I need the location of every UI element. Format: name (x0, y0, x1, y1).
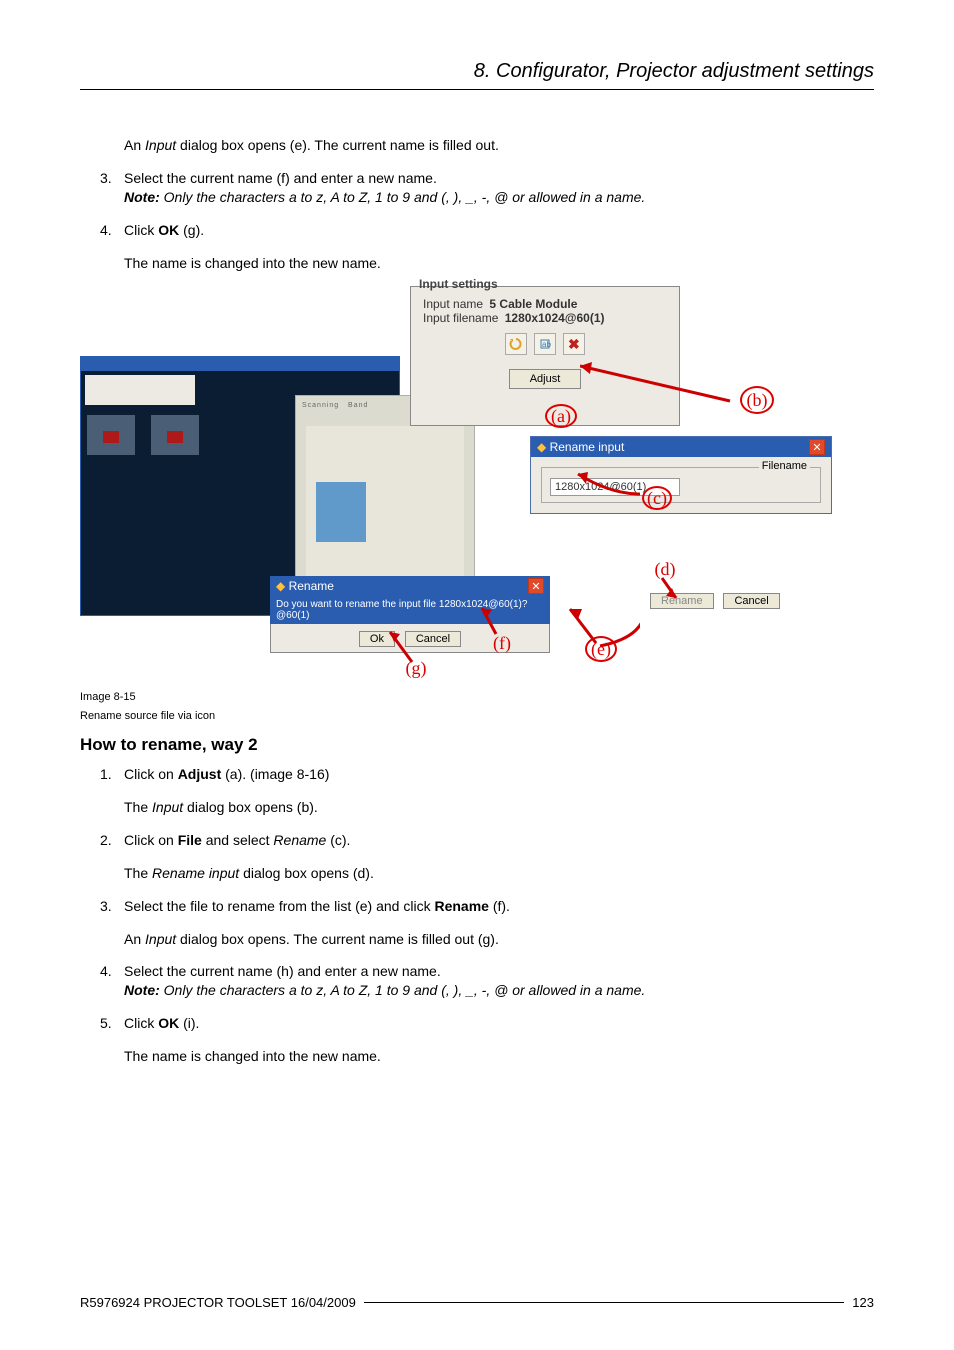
line1-label: Input name (423, 297, 483, 311)
arrow-icon (382, 626, 422, 666)
s1: 1. Click on Adjust (a). (image 8-16) (80, 765, 874, 784)
input-word: Input (145, 137, 176, 153)
line2-value: 1280x1024@60(1) (505, 311, 605, 325)
step4-b: (g). (179, 222, 204, 238)
step3-line1: Select the current name (f) and enter a … (124, 170, 437, 186)
svg-text:ab: ab (542, 340, 551, 349)
footer-left: R5976924 PROJECTOR TOOLSET 16/04/2009 (80, 1295, 356, 1310)
s5: 5. Click OK (i). (80, 1014, 874, 1033)
line2-label: Input filename (423, 311, 498, 325)
top-step4: 4. Click OK (g). (80, 221, 874, 240)
figure-caption-2: Rename source file via icon (80, 709, 874, 723)
adjust-button[interactable]: Adjust (509, 369, 582, 389)
rename-dlg-title: Rename (289, 579, 334, 593)
annotation-b: (b) (740, 386, 774, 414)
figure-caption-1: Image 8-15 (80, 690, 874, 704)
step3-note: Only the characters a to z, A to Z, 1 to… (164, 189, 646, 205)
arrow-icon (650, 576, 690, 606)
s3-sub: An Input dialog box opens. The current n… (124, 930, 874, 949)
input-settings-label: Input settings (419, 277, 498, 291)
s1-sub: The Input dialog box opens (b). (124, 798, 874, 817)
list-number: 4. (80, 221, 124, 240)
line1-value: 5 Cable Module (489, 297, 577, 311)
step4-a: Click (124, 222, 158, 238)
cancel-button[interactable]: Cancel (723, 593, 779, 609)
filename-label: Filename (759, 460, 810, 472)
arrow-icon (560, 601, 640, 651)
s4: 4. Select the current name (h) and enter… (80, 962, 874, 1000)
section-heading: How to rename, way 2 (80, 735, 874, 755)
arrow-icon (580, 346, 750, 426)
rename-icon[interactable]: ab (534, 333, 556, 355)
rename-question: Do you want to rename the input file 128… (270, 596, 550, 624)
close-icon[interactable]: ✕ (528, 578, 544, 594)
s2-sub: The Rename input dialog box opens (d). (124, 864, 874, 883)
intro-text: An Input dialog box opens (e). The curre… (124, 136, 874, 155)
reset-icon[interactable] (505, 333, 527, 355)
chapter-title: 8. Configurator, Projector adjustment se… (80, 60, 874, 90)
note-label: Note: (124, 189, 164, 205)
page-footer: R5976924 PROJECTOR TOOLSET 16/04/2009 12… (80, 1295, 874, 1310)
arrow-icon (478, 604, 508, 638)
result-text: The name is changed into the new name. (124, 254, 874, 273)
close-icon[interactable]: ✕ (809, 439, 825, 455)
top-step3: 3. Select the current name (f) and enter… (80, 169, 874, 207)
figure-8-15: Scanning Band Input settings Input name … (80, 286, 840, 686)
footer-page: 123 (852, 1295, 874, 1310)
s3: 3. Select the file to rename from the li… (80, 897, 874, 916)
list-number: 3. (80, 169, 124, 207)
ok-word: OK (158, 222, 179, 238)
arrow-icon (570, 464, 650, 504)
s5-sub: The name is changed into the new name. (124, 1047, 874, 1066)
rename-input-title: Rename input (550, 440, 625, 454)
s2: 2. Click on File and select Rename (c). (80, 831, 874, 850)
